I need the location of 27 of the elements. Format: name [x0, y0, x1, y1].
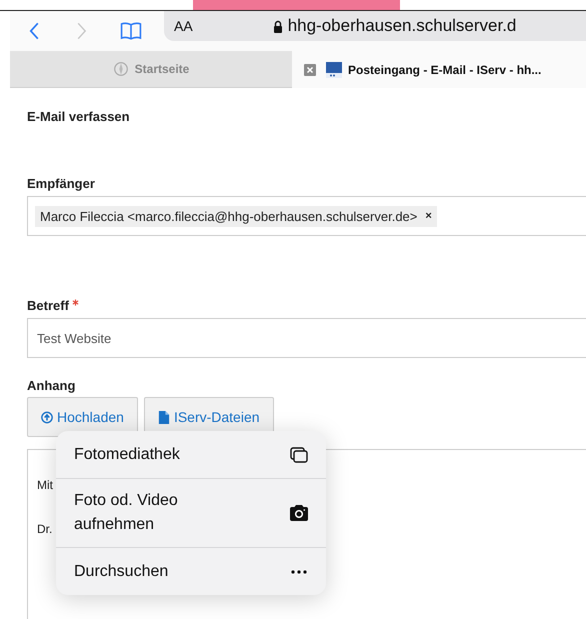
- editor-text: Dr.: [37, 522, 52, 538]
- close-icon: [304, 64, 316, 76]
- upload-button[interactable]: Hochladen: [27, 397, 138, 437]
- remove-button[interactable]: ×: [425, 210, 432, 222]
- subject-label: Betreff: [27, 298, 69, 313]
- upload-icon: [41, 410, 53, 424]
- lock-icon: [272, 20, 283, 32]
- url-text: hhg-oberhausen.schulserver.d: [288, 16, 516, 36]
- recipient-text: Marco Fileccia <marco.fileccia@hhg-oberhausen.schulserver.de>: [40, 208, 418, 224]
- editor-text: Mit: [37, 478, 53, 494]
- document-icon: [158, 410, 170, 424]
- subject-value: Test Website: [36, 330, 112, 346]
- subject-field[interactable]: Test Website: [27, 318, 586, 358]
- menu-item[interactable]: Durchsuchen: [56, 547, 326, 595]
- more-icon: [290, 570, 308, 574]
- menu-item[interactable]: Foto od. Video aufnehmen: [56, 478, 326, 547]
- text-size-button[interactable]: AA: [174, 18, 193, 34]
- site-icon: [326, 62, 342, 78]
- book-icon[interactable]: [120, 21, 142, 41]
- recipient-field[interactable]: Marco Fileccia <marco.fileccia@hhg-oberhausen.schulserver.de> ×: [27, 196, 586, 236]
- camera-icon: [290, 505, 308, 521]
- recipient-label: Empfänger: [27, 176, 96, 191]
- page-title: E-Mail verfassen: [27, 109, 131, 124]
- address-bar[interactable]: AA hhg-oberhausen.schulserver.d: [164, 11, 586, 41]
- photo-stack-icon: [290, 446, 308, 462]
- attachment-label: Anhang: [27, 378, 76, 393]
- compass-icon: [112, 61, 129, 77]
